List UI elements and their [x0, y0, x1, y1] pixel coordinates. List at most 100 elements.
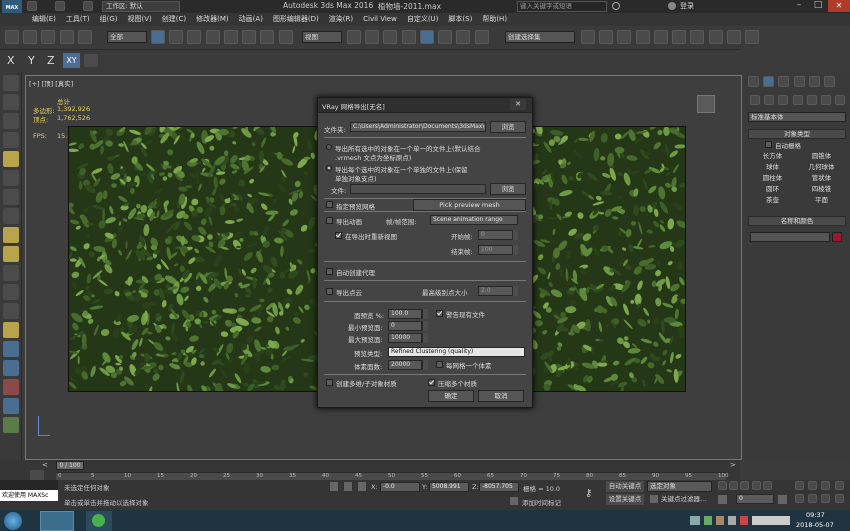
- helper-icon[interactable]: [2, 189, 19, 205]
- next-frame-icon[interactable]: [751, 481, 761, 490]
- auto-key-button[interactable]: 自动关键点: [606, 481, 644, 492]
- export-separate-files-radio[interactable]: [326, 165, 332, 171]
- min-faces-spinner[interactable]: [422, 321, 428, 331]
- goto-start-icon[interactable]: [718, 481, 727, 490]
- folder-field[interactable]: C:\Users\Administrator\Documents\3dsMax\…: [350, 122, 486, 132]
- max-faces-field[interactable]: 10000: [388, 333, 422, 343]
- schematic-view-icon[interactable]: [672, 30, 687, 44]
- cancel-button[interactable]: 取消: [478, 390, 524, 402]
- dialog-title-bar[interactable]: VRay 网格导出[无名] ✕: [318, 98, 532, 113]
- key-mode-dropdown[interactable]: 选定对象: [647, 481, 712, 492]
- start-frame-spinner[interactable]: [512, 230, 518, 240]
- sphere-icon[interactable]: [2, 246, 19, 262]
- dialog-close-button[interactable]: ✕: [510, 99, 526, 110]
- open-icon[interactable]: [55, 1, 66, 11]
- mini-curve-icon[interactable]: [30, 470, 44, 480]
- play-icon[interactable]: [740, 481, 750, 490]
- edit-named-selection-icon[interactable]: [474, 30, 489, 44]
- pivot-center-icon[interactable]: [347, 30, 361, 44]
- scene-icon[interactable]: [2, 94, 19, 110]
- primitive-button-7[interactable]: 四棱锥: [798, 184, 845, 194]
- zoom-icon[interactable]: [795, 481, 804, 490]
- named-selection-dropdown[interactable]: 创建选择集: [505, 31, 575, 43]
- zoom-extents-icon[interactable]: [821, 481, 831, 490]
- auto-preview-checkbox[interactable]: [326, 201, 333, 208]
- render-setup-icon[interactable]: [708, 30, 723, 44]
- render-production-icon[interactable]: [745, 30, 760, 44]
- spacewarps-icon[interactable]: [821, 95, 832, 105]
- geometry-icon[interactable]: [750, 95, 760, 105]
- material-editor-icon[interactable]: [690, 30, 705, 44]
- tube-icon[interactable]: [2, 303, 19, 319]
- menu-item-7[interactable]: 图形编辑器(D): [268, 13, 324, 26]
- login-label[interactable]: 登录: [680, 1, 694, 11]
- create-multi-material-checkbox[interactable]: [326, 379, 333, 386]
- fov-icon[interactable]: [795, 494, 804, 503]
- curve-editor-icon[interactable]: [653, 30, 668, 44]
- undo-icon[interactable]: [5, 30, 19, 44]
- select-move-icon[interactable]: [223, 30, 238, 44]
- menu-item-1[interactable]: 工具(T): [61, 13, 95, 26]
- start-button[interactable]: [4, 512, 22, 530]
- reference-coord-dropdown[interactable]: 视图: [302, 31, 342, 43]
- clock-time[interactable]: 09:37: [806, 511, 825, 519]
- lock-selection-icon[interactable]: [344, 482, 352, 491]
- coord-x-field[interactable]: -0.0: [380, 482, 420, 492]
- new-icon[interactable]: [27, 1, 37, 11]
- taskbar-3dsmax-icon[interactable]: [40, 511, 74, 531]
- start-frame-field[interactable]: 0: [478, 230, 514, 240]
- menu-item-3[interactable]: 视图(V): [123, 13, 157, 26]
- one-voxel-checkbox[interactable]: [436, 361, 443, 368]
- menu-item-5[interactable]: 修改器(M): [191, 13, 234, 26]
- menu-item-9[interactable]: Civil View: [358, 13, 402, 26]
- export-animation-checkbox[interactable]: [326, 217, 333, 224]
- clock-date[interactable]: 2018-05-07: [796, 521, 834, 529]
- bind-space-warp-icon[interactable]: [77, 30, 92, 44]
- primitive-button-1[interactable]: 圆锥体: [798, 151, 845, 161]
- primitive-button-5[interactable]: 管状体: [798, 173, 845, 183]
- primitive-button-9[interactable]: 平面: [798, 195, 845, 205]
- tray-icons[interactable]: [690, 516, 790, 525]
- maxscript-listener[interactable]: 欢迎使用 MAXSc: [0, 490, 58, 501]
- primitive-button-3[interactable]: 几何球体: [798, 162, 845, 172]
- rectangular-selection-icon[interactable]: [187, 30, 202, 44]
- link-icon[interactable]: [41, 30, 56, 44]
- set-key-button[interactable]: 设置关键点: [606, 494, 644, 505]
- zoom-extents-all-icon[interactable]: [834, 481, 844, 490]
- torus-icon[interactable]: [2, 265, 19, 281]
- keyboard-shortcut-icon[interactable]: [383, 30, 398, 44]
- spacewarp-icon[interactable]: [2, 208, 19, 224]
- name-color-header[interactable]: 名称和颜色: [748, 216, 846, 226]
- add-time-tag-button[interactable]: 添加时间标记: [522, 497, 561, 507]
- goto-end-icon[interactable]: [762, 481, 772, 490]
- particle-icon[interactable]: [2, 341, 19, 357]
- min-faces-field[interactable]: 0: [388, 321, 422, 331]
- search-icon[interactable]: [612, 2, 620, 10]
- time-prev-icon[interactable]: <: [42, 461, 48, 469]
- scene-explorer-icon[interactable]: [635, 30, 650, 44]
- object-category-dropdown[interactable]: 标准基本体: [748, 112, 846, 122]
- preview-type-dropdown[interactable]: Refined Clustering (quality): [388, 347, 525, 357]
- save-icon[interactable]: [83, 1, 94, 11]
- primitive-button-6[interactable]: 圆环: [749, 184, 796, 194]
- zoom-all-icon[interactable]: [808, 481, 818, 490]
- axis-cycle-icon[interactable]: [84, 54, 98, 67]
- max-faces-spinner[interactable]: [422, 333, 428, 343]
- object-color-swatch[interactable]: [832, 232, 842, 242]
- primitive-button-8[interactable]: 茶壶: [749, 195, 796, 205]
- systems-icon[interactable]: [835, 95, 846, 105]
- select-rotate-icon[interactable]: [242, 30, 257, 44]
- key-mode-toggle-icon[interactable]: [718, 495, 727, 504]
- app-logo[interactable]: MAX: [2, 0, 22, 13]
- unlink-icon[interactable]: [59, 30, 74, 44]
- select-scale-icon[interactable]: [260, 30, 275, 44]
- compress-materials-checkbox[interactable]: [428, 379, 435, 386]
- viewport-label[interactable]: [+] [顶] [真实]: [29, 78, 73, 88]
- end-frame-spinner[interactable]: [512, 245, 518, 255]
- menu-item-2[interactable]: 组(G): [95, 13, 123, 26]
- place-icon[interactable]: [278, 30, 293, 44]
- coord-y-field[interactable]: 5008.991: [429, 482, 469, 492]
- container-icon[interactable]: [2, 132, 19, 148]
- align-icon[interactable]: [599, 30, 614, 44]
- layer-explorer-icon[interactable]: [617, 30, 632, 44]
